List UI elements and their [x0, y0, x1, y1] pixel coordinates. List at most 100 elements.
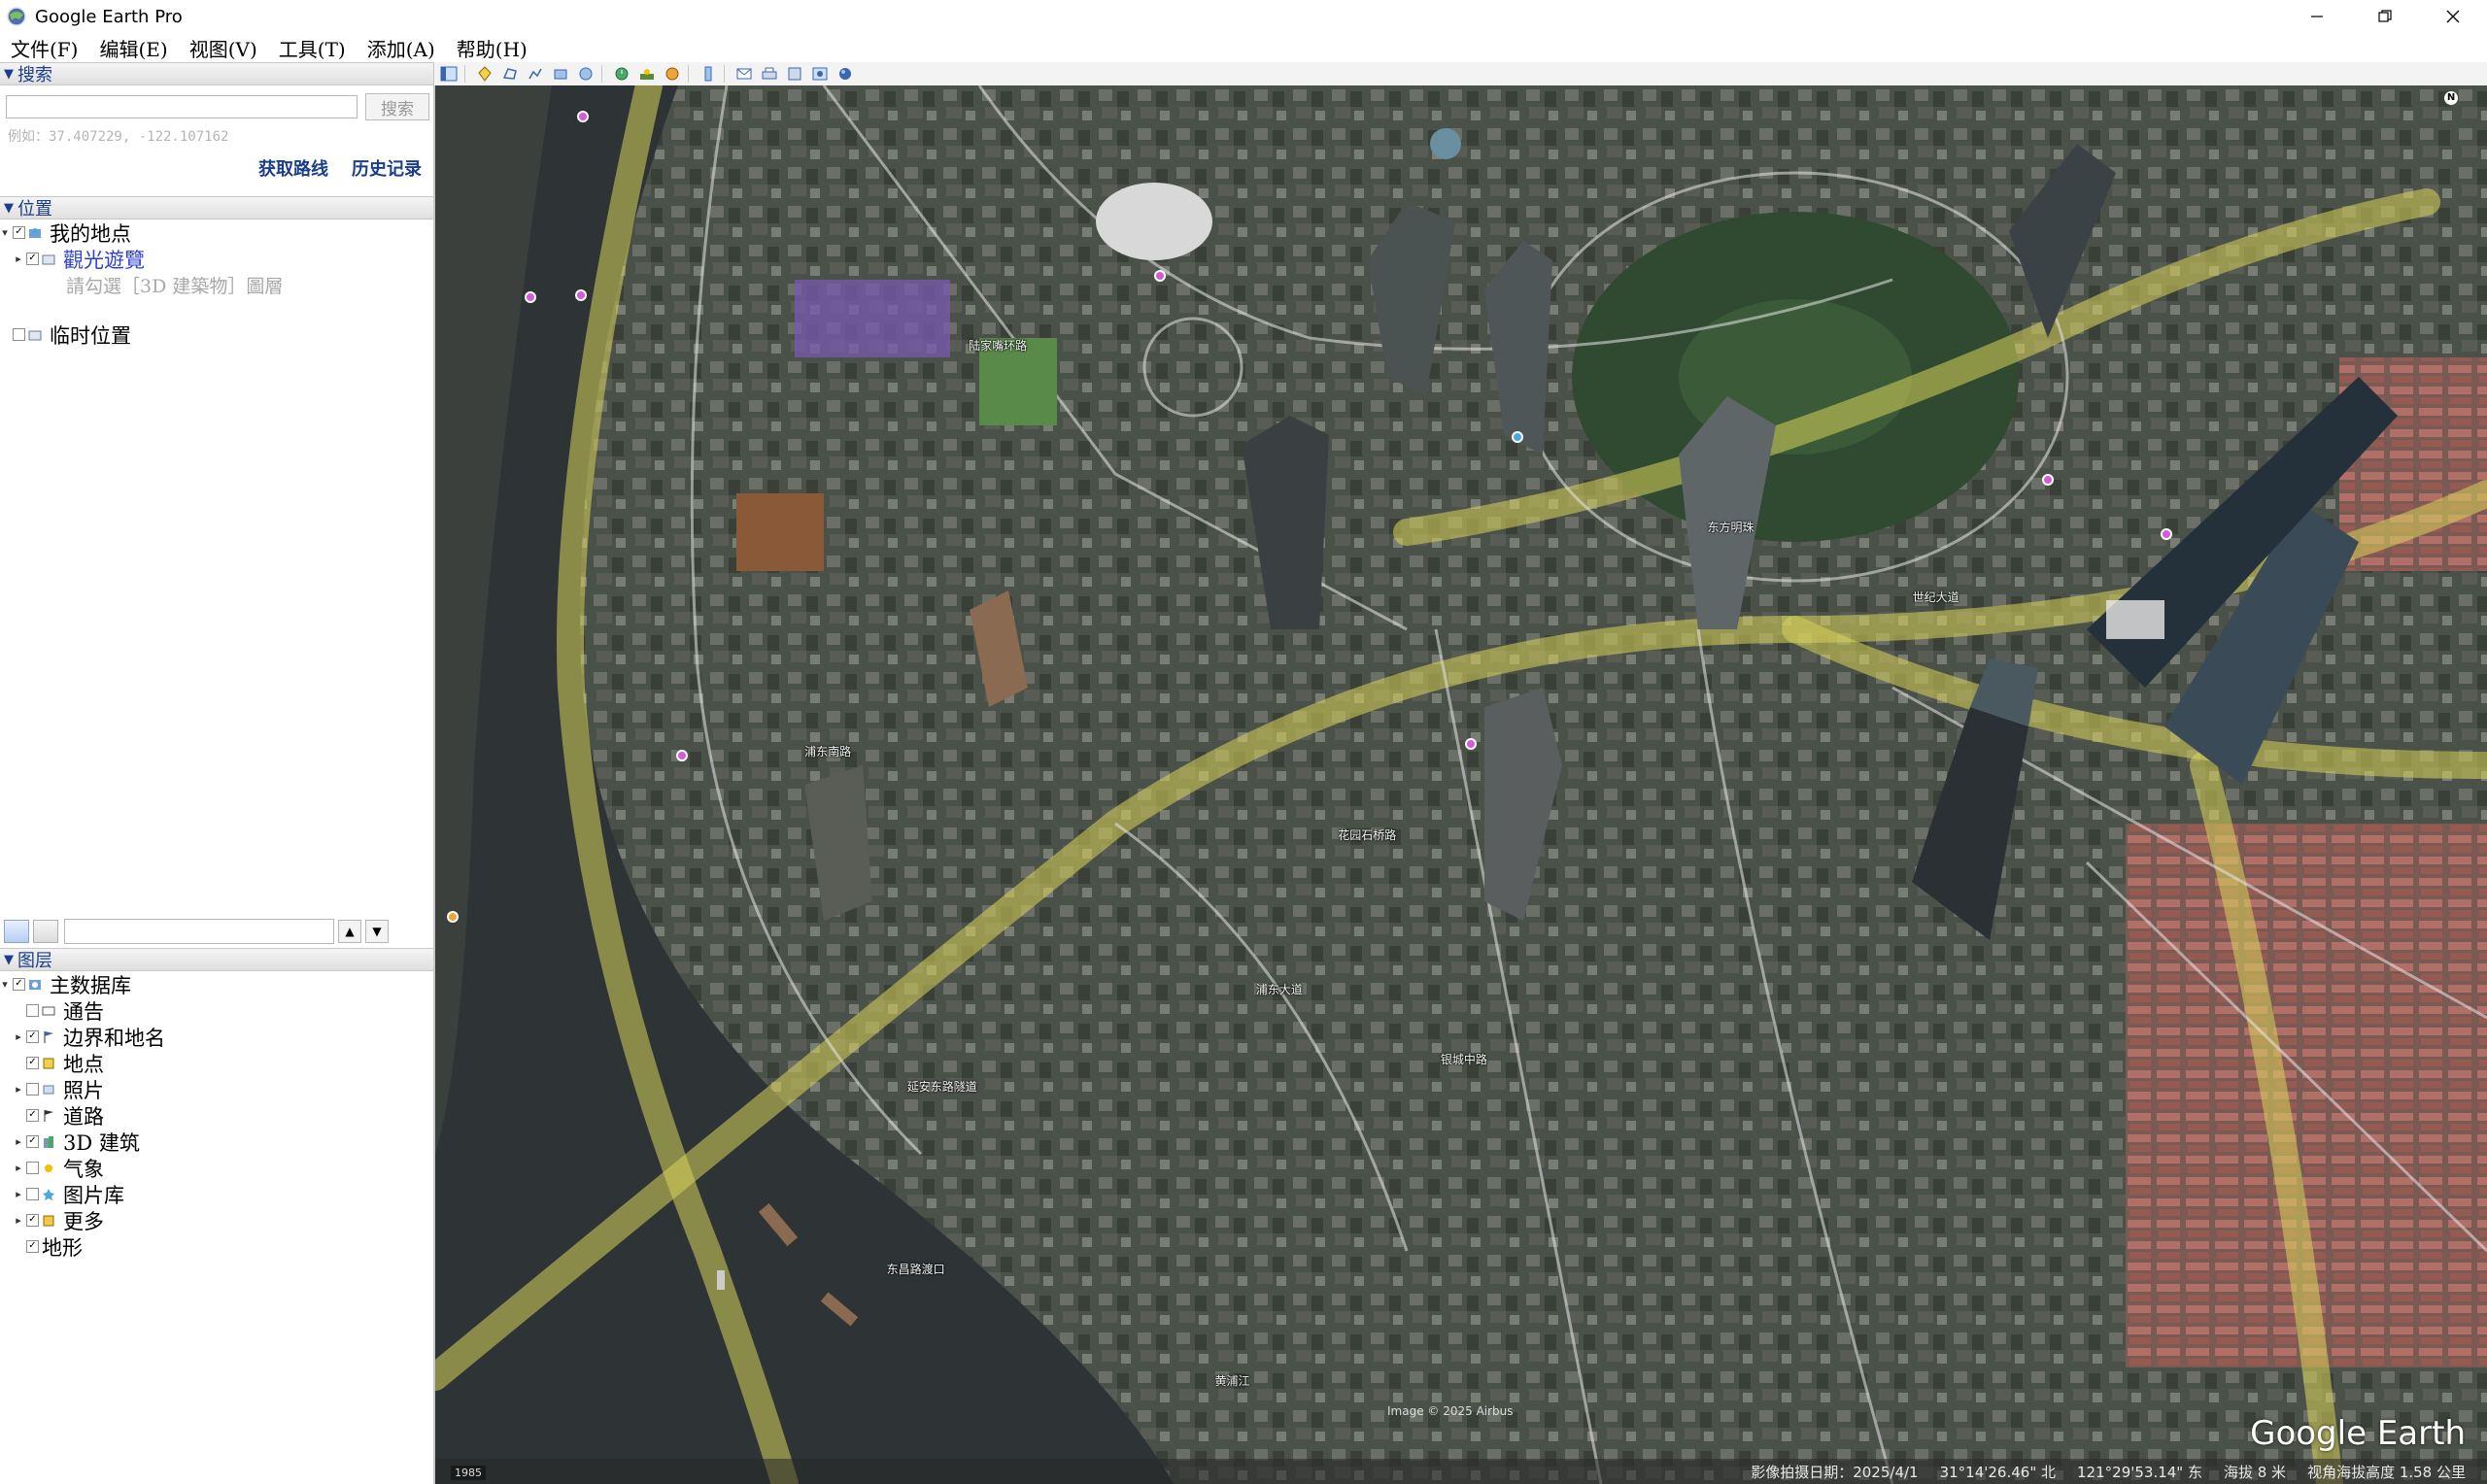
checkbox[interactable]: ✓ [26, 1030, 39, 1043]
places-panel-header[interactable]: ▼ 位置 [0, 196, 433, 219]
latitude-readout: 31°14'26.46" 北 [1939, 1463, 2057, 1481]
layer-item[interactable]: ✓ 地点 [0, 1050, 433, 1076]
map-label[interactable]: 浦东大道 [1256, 981, 1303, 997]
layer-item[interactable]: ▸ ✓ 更多 [0, 1207, 433, 1233]
map-label[interactable]: 陆家嘴环路 [969, 337, 1027, 354]
checkbox[interactable]: ✓ [26, 1240, 39, 1253]
restore-button[interactable] [2351, 0, 2419, 33]
move-down-button[interactable]: ▼ [365, 920, 389, 943]
ruler-icon[interactable] [698, 64, 719, 84]
historical-year-badge[interactable]: 1985 [451, 1466, 486, 1480]
expand-down-icon[interactable]: ▾ [0, 978, 10, 991]
search-places-button[interactable] [4, 920, 29, 943]
poi-marker[interactable] [447, 911, 459, 923]
menu-add[interactable]: 添加(A) [357, 34, 446, 62]
poi-marker[interactable] [2042, 474, 2054, 486]
record-tour-icon[interactable] [575, 64, 596, 84]
map-label[interactable]: 银城中路 [1441, 1051, 1487, 1067]
aerial-imagery[interactable] [435, 85, 2487, 1484]
map-view[interactable]: N 浦东南路 陆家嘴环路东方明珠世纪大道浦东大道黄浦江 延安东路隧道东昌路渡口 花园石… [435, 85, 2487, 1484]
planets-icon[interactable] [662, 64, 683, 84]
map-label[interactable]: 延安东路隧道 [907, 1078, 977, 1095]
tree-item-my-places[interactable]: ▾ ✓ 我的地点 [0, 219, 433, 246]
poi-marker[interactable] [1512, 431, 1523, 443]
map-label[interactable]: 浦东南路 [804, 743, 851, 759]
map-label[interactable]: 东方明珠 [1707, 519, 1754, 535]
expand-right-icon[interactable]: ▸ [14, 1030, 23, 1043]
checkbox[interactable] [26, 1083, 39, 1096]
poi-marker[interactable] [2161, 528, 2172, 540]
map-label[interactable]: 花园石桥路 [1338, 826, 1396, 843]
layer-item[interactable]: ▸ 图片库 [0, 1181, 433, 1207]
search-panel-header[interactable]: ▼ 搜索 [0, 62, 433, 85]
close-button[interactable] [2419, 0, 2487, 33]
layer-item[interactable]: ✓ 地形 [0, 1233, 433, 1260]
poi-marker[interactable] [676, 750, 688, 761]
map-label[interactable]: 世纪大道 [1913, 589, 1959, 605]
checkbox[interactable]: ✓ [26, 1057, 39, 1069]
map-label[interactable]: 黄浦江 [1215, 1372, 1250, 1389]
menu-file[interactable]: 文件(F) [0, 34, 88, 62]
places-controls: ▲ ▼ [0, 917, 433, 946]
places-filter-input[interactable] [64, 919, 334, 944]
poi-marker[interactable] [1465, 738, 1477, 750]
globe-icon[interactable] [835, 64, 856, 84]
layer-item[interactable]: ✓ 道路 [0, 1102, 433, 1129]
layer-item[interactable]: ▸ 照片 [0, 1076, 433, 1102]
menu-help[interactable]: 帮助(H) [446, 34, 538, 62]
checkbox[interactable]: ✓ [13, 226, 25, 239]
poi-marker[interactable] [1154, 270, 1166, 282]
poi-marker[interactable] [525, 291, 536, 303]
sidebar-toggle-icon[interactable] [438, 64, 460, 84]
checkbox[interactable]: ✓ [26, 1214, 39, 1227]
expand-right-icon[interactable]: ▸ [14, 1135, 23, 1148]
history-link[interactable]: 历史记录 [352, 155, 422, 181]
tree-item-temp-places[interactable]: 临时位置 [0, 321, 433, 348]
tour-label[interactable]: 觀光遊覽 [63, 245, 145, 274]
expand-right-icon[interactable]: ▸ [14, 1162, 23, 1174]
historical-imagery-icon[interactable] [611, 64, 632, 84]
checkbox[interactable]: ✓ [26, 1109, 39, 1122]
layer-item[interactable]: ▸ 气象 [0, 1155, 433, 1181]
search-input[interactable] [6, 95, 358, 118]
menu-view[interactable]: 视图(V) [179, 34, 268, 62]
tree-item-tour[interactable]: ▸ ✓ 觀光遊覽 [0, 246, 433, 272]
move-up-button[interactable]: ▲ [338, 920, 361, 943]
expand-right-icon[interactable]: ▸ [14, 1214, 23, 1227]
checkbox[interactable] [26, 1162, 39, 1174]
checkbox[interactable] [13, 328, 25, 341]
checkbox[interactable] [26, 1188, 39, 1200]
expand-right-icon[interactable]: ▸ [14, 1188, 23, 1200]
layers-panel-header[interactable]: ▼ 图层 [0, 948, 433, 971]
search-button[interactable]: 搜索 [365, 93, 429, 120]
poi-marker[interactable] [577, 111, 589, 122]
save-image-icon[interactable] [784, 64, 805, 84]
menu-edit[interactable]: 编辑(E) [88, 34, 178, 62]
expand-right-icon[interactable]: ▸ [14, 1083, 23, 1096]
sidebar-toggle-button[interactable] [33, 920, 58, 943]
checkbox[interactable]: ✓ [26, 1135, 39, 1148]
checkbox[interactable] [26, 1004, 39, 1017]
email-icon[interactable] [733, 64, 755, 84]
poi-marker[interactable] [575, 289, 587, 301]
add-overlay-icon[interactable] [550, 64, 571, 84]
layer-item[interactable]: 通告 [0, 997, 433, 1024]
layer-item[interactable]: ▾ ✓ 主数据库 [0, 971, 433, 997]
menu-tools[interactable]: 工具(T) [268, 34, 357, 62]
add-polygon-icon[interactable] [499, 64, 521, 84]
layer-item[interactable]: ▸ ✓ 3D 建筑 [0, 1129, 433, 1155]
expand-right-icon[interactable]: ▸ [14, 253, 23, 265]
checkbox[interactable]: ✓ [26, 253, 39, 265]
add-path-icon[interactable] [525, 64, 546, 84]
checkbox[interactable]: ✓ [13, 978, 25, 991]
print-icon[interactable] [759, 64, 780, 84]
minimize-button[interactable] [2283, 0, 2351, 33]
compass-north-icon[interactable]: N [2444, 91, 2458, 105]
sunlight-icon[interactable] [636, 64, 658, 84]
view-in-maps-icon[interactable] [809, 64, 831, 84]
add-placemark-icon[interactable] [474, 64, 495, 84]
layer-item[interactable]: ▸ ✓ 边界和地名 [0, 1024, 433, 1050]
map-label[interactable]: 东昌路渡口 [887, 1261, 945, 1277]
get-directions-link[interactable]: 获取路线 [258, 155, 328, 181]
expand-down-icon[interactable]: ▾ [0, 226, 10, 239]
